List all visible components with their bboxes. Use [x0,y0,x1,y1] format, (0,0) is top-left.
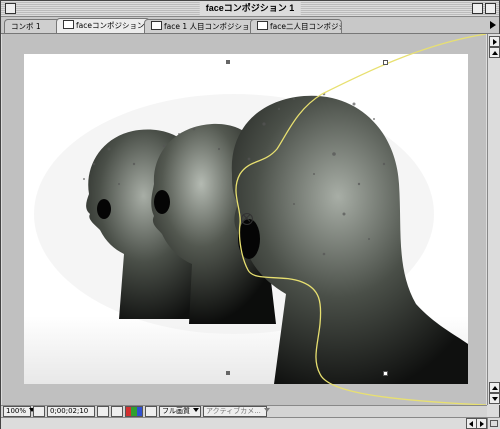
scroll-up-icon[interactable] [489,382,500,393]
close-icon[interactable] [5,3,16,14]
title-bar[interactable]: faceコンポジション 1 [1,1,499,17]
scroll-up-icon[interactable] [489,47,500,58]
tab-bar: コンポ 1 faceコンポジション 1 face 1 人目コンポジション 1 f… [1,17,499,34]
composition-window: faceコンポジション 1 コンポ 1 faceコンポジション 1 face 1… [0,0,500,429]
window-title: faceコンポジション 1 [199,2,301,15]
tab-face-second-person[interactable]: face二人目コンポジション 1 [250,19,342,33]
mask-vertex-handle[interactable] [383,60,388,65]
current-time-display[interactable]: 0;00;02;10 [47,406,95,417]
horizontal-scrollbar[interactable] [1,417,487,429]
show-snapshot-icon[interactable] [111,406,123,417]
collapse-icon[interactable] [485,3,496,14]
grow-icon[interactable] [487,417,500,429]
scroll-right-icon[interactable] [476,418,487,429]
zoom-dropdown[interactable]: 100% [3,406,36,417]
transform-handle[interactable] [226,60,230,64]
scroll-right-icon[interactable] [489,36,500,47]
tab-label: faceコンポジション 1 [76,21,150,30]
composition-icon [63,20,74,29]
composition-toolbar: 100% 0;00;02;10 フル画質 アクティブカメ... [1,405,487,417]
composition-icon [257,21,268,30]
tab-face-first-person[interactable]: face 1 人目コンポジション 1 [144,19,256,33]
composition-icon [151,21,162,30]
tab-label: コンポ 1 [11,22,41,31]
tab-face-comp-1[interactable]: faceコンポジション 1 [56,18,150,33]
tab-menu-icon[interactable] [490,21,496,29]
snapshot-icon[interactable] [97,406,109,417]
vertical-scrollbar[interactable] [487,34,500,405]
channel-icon[interactable] [125,406,143,417]
tab-label: face二人目コンポジション 1 [270,22,341,31]
tab-comp-1[interactable]: コンポ 1 [4,19,62,33]
title-safe-icon[interactable] [33,406,45,417]
grid-icon[interactable] [145,406,157,417]
camera-dropdown[interactable]: アクティブカメ... [203,406,270,417]
mask-vertex-handle[interactable] [383,371,388,376]
composition-viewer[interactable] [2,34,486,405]
zoom-icon[interactable] [472,3,483,14]
anchor-point[interactable] [241,213,253,225]
transform-handle[interactable] [226,371,230,375]
scroll-down-icon[interactable] [489,393,500,404]
quality-dropdown[interactable]: フル画質 [159,406,201,417]
tab-label: face 1 人目コンポジション 1 [164,22,256,31]
